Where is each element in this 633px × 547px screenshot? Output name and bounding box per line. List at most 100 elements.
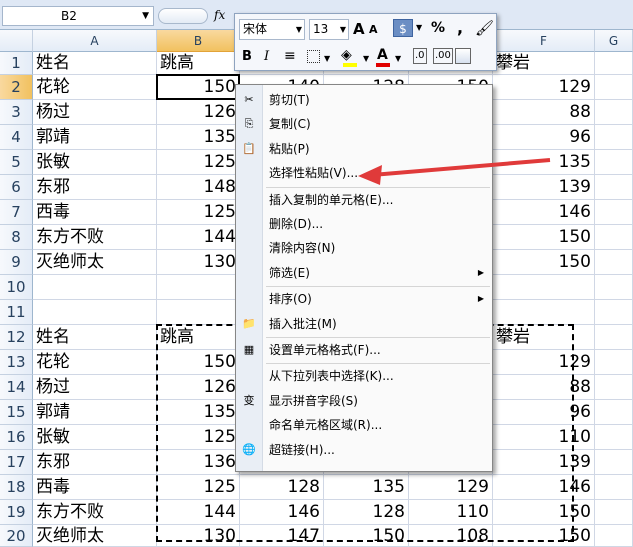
table-cell[interactable]: 灭绝师太 (33, 250, 157, 275)
font-size-box[interactable]: 13 ▼ (309, 19, 349, 40)
context-menu-item[interactable]: ▦ 设置单元格格式(F)... (236, 338, 492, 362)
row-header[interactable]: 6 (0, 175, 33, 200)
empty-cell[interactable] (595, 375, 633, 400)
decrease-decimal-icon[interactable]: .00 (433, 48, 453, 64)
empty-cell[interactable] (595, 300, 633, 325)
empty-cell[interactable] (595, 425, 633, 450)
table-cell[interactable]: 135 (324, 475, 409, 500)
empty-cell[interactable] (595, 75, 633, 100)
empty-cell[interactable] (595, 450, 633, 475)
empty-cell[interactable] (595, 525, 633, 547)
empty-cell[interactable] (595, 400, 633, 425)
table-cell[interactable]: 130 (157, 250, 240, 275)
table-cell[interactable]: 110 (493, 425, 595, 450)
row-header[interactable]: 1 (0, 52, 33, 75)
context-menu-item[interactable]: 🌐 超链接(H)... (236, 438, 492, 462)
empty-cell[interactable] (595, 250, 633, 275)
context-menu-item[interactable]: 变显示拼音字段(S) (236, 389, 492, 413)
table-cell[interactable]: 郭靖 (33, 125, 157, 150)
format-painter-icon[interactable]: 🖌 (475, 19, 494, 37)
formula-bar-resize-handle[interactable] (158, 8, 208, 24)
table-cell[interactable]: 东邪 (33, 450, 157, 475)
row-header[interactable]: 5 (0, 150, 33, 175)
table-cell[interactable]: 130 (157, 525, 240, 547)
context-menu-item[interactable]: ✂ 剪切(T) (236, 88, 492, 112)
table-cell[interactable]: 150 (324, 525, 409, 547)
empty-cell[interactable] (595, 275, 633, 300)
table-cell[interactable]: 139 (493, 175, 595, 200)
borders-icon[interactable] (307, 50, 320, 63)
row-header[interactable]: 20 (0, 525, 33, 547)
table-cell[interactable]: 姓名 (33, 325, 157, 350)
table-cell[interactable]: 150 (493, 525, 595, 547)
chevron-down-icon[interactable]: ▼ (363, 54, 369, 63)
table-cell[interactable]: 150 (493, 500, 595, 525)
row-header[interactable]: 8 (0, 225, 33, 250)
table-cell[interactable]: 东方不败 (33, 500, 157, 525)
table-cell[interactable]: 96 (493, 125, 595, 150)
table-cell[interactable]: 88 (493, 100, 595, 125)
table-cell[interactable]: 花轮 (33, 350, 157, 375)
chevron-down-icon[interactable]: ▼ (296, 20, 302, 39)
table-cell[interactable]: 攀岩 (493, 52, 595, 75)
context-menu-item[interactable]: 📋 粘贴(P) (236, 137, 492, 161)
empty-cell[interactable] (595, 200, 633, 225)
chevron-down-icon[interactable]: ▼ (324, 54, 330, 63)
context-menu-item[interactable]: 命名单元格区域(R)... (236, 413, 492, 437)
table-cell[interactable]: 姓名 (33, 52, 157, 75)
table-cell[interactable]: 张敏 (33, 425, 157, 450)
table-cell[interactable]: 144 (157, 500, 240, 525)
table-cell[interactable]: 139 (493, 450, 595, 475)
row-header[interactable]: 11 (0, 300, 33, 325)
column-header[interactable]: F (493, 30, 595, 52)
italic-button[interactable]: I (264, 49, 269, 64)
table-cell[interactable]: 144 (157, 225, 240, 250)
row-header[interactable]: 17 (0, 450, 33, 475)
context-menu-item[interactable]: 选择性粘贴(V)... (236, 161, 492, 185)
table-cell[interactable]: 攀岩 (493, 325, 595, 350)
table-cell[interactable]: 135 (493, 150, 595, 175)
table-cell[interactable]: 126 (157, 375, 240, 400)
currency-format-button[interactable]: $ (393, 19, 413, 37)
table-cell[interactable]: 125 (157, 200, 240, 225)
empty-cell[interactable] (595, 475, 633, 500)
table-cell[interactable]: 杨过 (33, 100, 157, 125)
chevron-down-icon[interactable]: ▼ (395, 54, 401, 63)
table-cell[interactable]: 126 (157, 100, 240, 125)
row-header[interactable]: 13 (0, 350, 33, 375)
table-cell[interactable]: 147 (240, 525, 324, 547)
table-cell[interactable]: 西毒 (33, 475, 157, 500)
name-box[interactable]: B2 ▼ (2, 6, 154, 26)
table-cell[interactable]: 146 (240, 500, 324, 525)
table-cell[interactable]: 136 (157, 450, 240, 475)
empty-cell[interactable] (157, 300, 240, 325)
table-cell[interactable]: 杨过 (33, 375, 157, 400)
comma-style-button[interactable]: , (457, 18, 463, 37)
context-menu-item[interactable]: 清除内容(N) (236, 236, 492, 260)
row-header[interactable]: 14 (0, 375, 33, 400)
empty-cell[interactable] (595, 125, 633, 150)
row-header[interactable]: 18 (0, 475, 33, 500)
table-cell[interactable]: 150 (157, 350, 240, 375)
row-header[interactable]: 7 (0, 200, 33, 225)
context-menu-item[interactable]: ⎘ 复制(C) (236, 112, 492, 136)
table-cell[interactable]: 150 (493, 250, 595, 275)
context-menu-item[interactable]: 筛选(E) ▶ (236, 261, 492, 285)
table-cell[interactable]: 96 (493, 400, 595, 425)
insert-function-icon[interactable]: fx (214, 8, 225, 22)
select-all-corner[interactable] (0, 30, 33, 52)
table-cell[interactable]: 88 (493, 375, 595, 400)
table-cell[interactable]: 129 (493, 350, 595, 375)
center-align-icon[interactable]: ≡ (284, 48, 296, 64)
row-header[interactable]: 19 (0, 500, 33, 525)
empty-cell[interactable] (595, 325, 633, 350)
context-menu-item[interactable]: 删除(D)... (236, 212, 492, 236)
font-color-button[interactable]: A (377, 47, 388, 63)
empty-cell[interactable] (493, 275, 595, 300)
row-header[interactable]: 9 (0, 250, 33, 275)
empty-cell[interactable] (33, 275, 157, 300)
table-cell[interactable]: 跳高 (157, 325, 240, 350)
empty-cell[interactable] (493, 300, 595, 325)
row-header[interactable]: 15 (0, 400, 33, 425)
chevron-down-icon[interactable]: ▼ (416, 23, 422, 32)
